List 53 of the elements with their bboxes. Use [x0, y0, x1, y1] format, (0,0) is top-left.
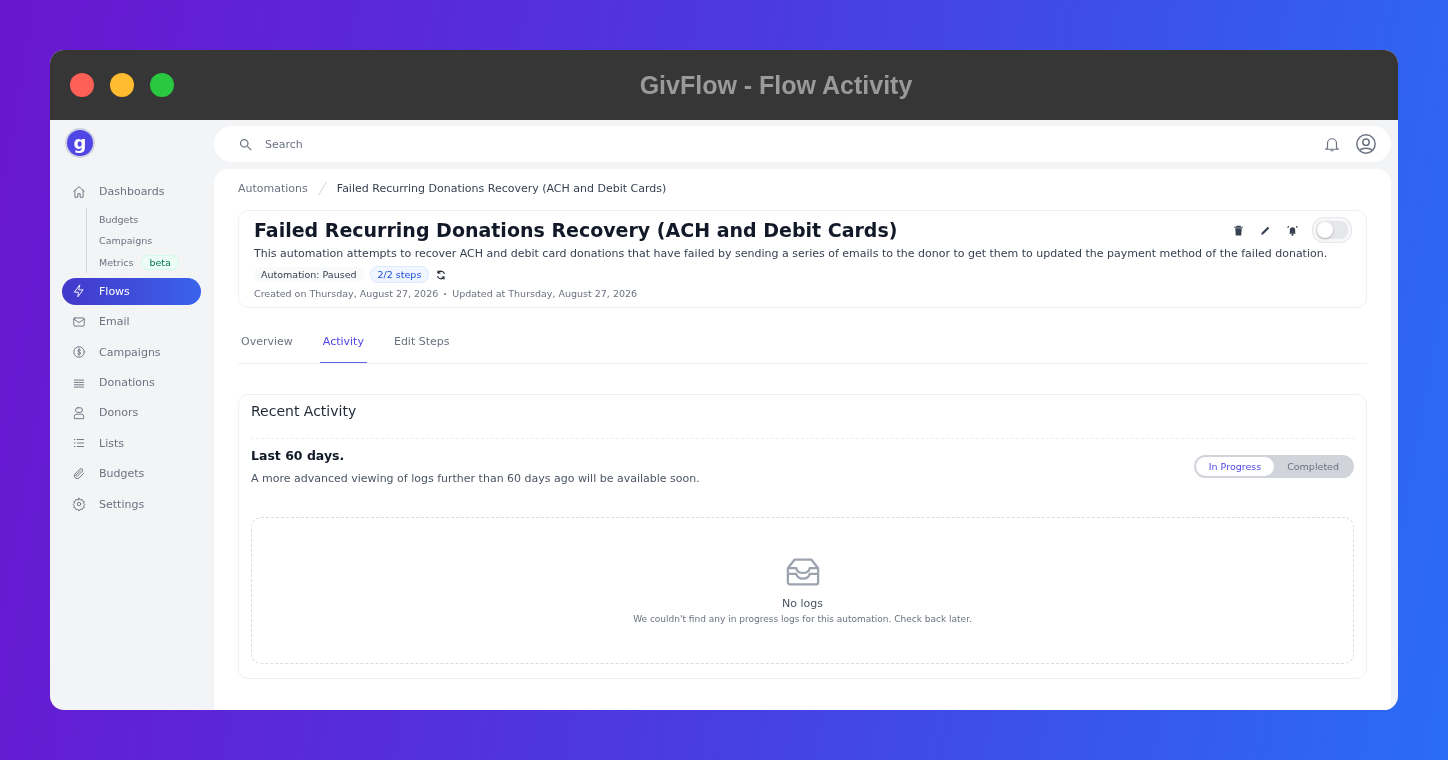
search-field[interactable]: Search — [263, 136, 1309, 152]
enable-switch[interactable] — [1313, 218, 1351, 242]
sidebar-item[interactable]: Settings — [62, 490, 201, 518]
search-icon — [238, 136, 253, 152]
period-heading: Last 60 days. — [251, 448, 346, 463]
tab[interactable]: Overview — [238, 323, 296, 363]
maximize-button[interactable] — [150, 73, 174, 97]
bell-icon[interactable] — [1286, 223, 1299, 237]
breadcrumb-link[interactable]: Automations — [238, 181, 308, 195]
notification-bell-icon[interactable] — [1323, 135, 1341, 153]
inbox-icon — [785, 557, 820, 587]
created-date: Created on Thursday, August 27, 2026 — [254, 288, 439, 299]
search-bar[interactable]: Search — [214, 126, 1391, 162]
status-tag: Automation: Paused — [254, 267, 364, 282]
automation-description: This automation attempts to recover ACH and debit card donations that have failed by sending a series of emails to the donor to get them to updated the payment method of the failed donation. — [254, 247, 1329, 260]
sidebar-item[interactable]: Campaigns — [62, 338, 201, 366]
tab[interactable]: Activity — [319, 323, 367, 363]
bolt-icon — [72, 284, 86, 299]
sidebar-item[interactable]: Donations — [62, 369, 201, 397]
automation-title: Failed Recurring Donations Recovery (ACH and Debit Cards) — [254, 219, 898, 241]
sidebar-item[interactable]: Email — [62, 308, 201, 336]
section-title: Recent Activity — [251, 403, 1354, 439]
dollar-icon — [72, 345, 86, 360]
sidebar-item[interactable]: Lists — [62, 429, 201, 457]
home-icon — [72, 184, 86, 199]
refresh-icon[interactable] — [435, 268, 448, 281]
close-button[interactable] — [70, 73, 94, 97]
mail-icon — [72, 314, 86, 329]
empty-title: No logs — [782, 597, 823, 610]
users-icon — [72, 405, 86, 420]
sidebar-item[interactable]: Flows — [62, 277, 201, 305]
filter-option[interactable]: Completed — [1274, 457, 1352, 476]
empty-message: We couldn't find any in progress logs for this automation. Check back later. — [633, 614, 972, 624]
user-avatar-icon[interactable] — [1355, 133, 1377, 155]
period-note: A more advanced viewing of logs further than 60 days ago will be available soon. — [251, 472, 700, 485]
trash-icon[interactable] — [1232, 223, 1245, 237]
logo[interactable]: g — [67, 130, 93, 156]
breadcrumb-link[interactable]: Failed Recurring Donations Recovery (ACH and Debit Cards) — [336, 181, 667, 195]
window-title: GivFlow - Flow Activity — [638, 70, 914, 100]
updated-date: Updated at Thursday, August 27, 2026 — [452, 288, 638, 299]
sidebar-item[interactable]: Budgets — [62, 460, 201, 488]
sidebar-item[interactable]: Donors — [62, 399, 201, 427]
tab[interactable]: Edit Steps — [390, 323, 453, 363]
clip-icon — [72, 466, 86, 481]
steps-tag: 2/2 steps — [369, 266, 430, 283]
sidebar-subitem[interactable]: Campaigns — [99, 235, 153, 247]
sidebar-subitem[interactable]: Budgets — [99, 213, 139, 225]
filter-option[interactable]: In Progress — [1195, 457, 1275, 476]
sidebar-subitem[interactable]: Metrics — [99, 256, 134, 268]
gear-icon — [72, 497, 86, 512]
beta-badge: beta — [141, 254, 179, 270]
sidebar-item[interactable]: Dashboards — [62, 178, 201, 205]
minimize-button[interactable] — [110, 73, 134, 97]
